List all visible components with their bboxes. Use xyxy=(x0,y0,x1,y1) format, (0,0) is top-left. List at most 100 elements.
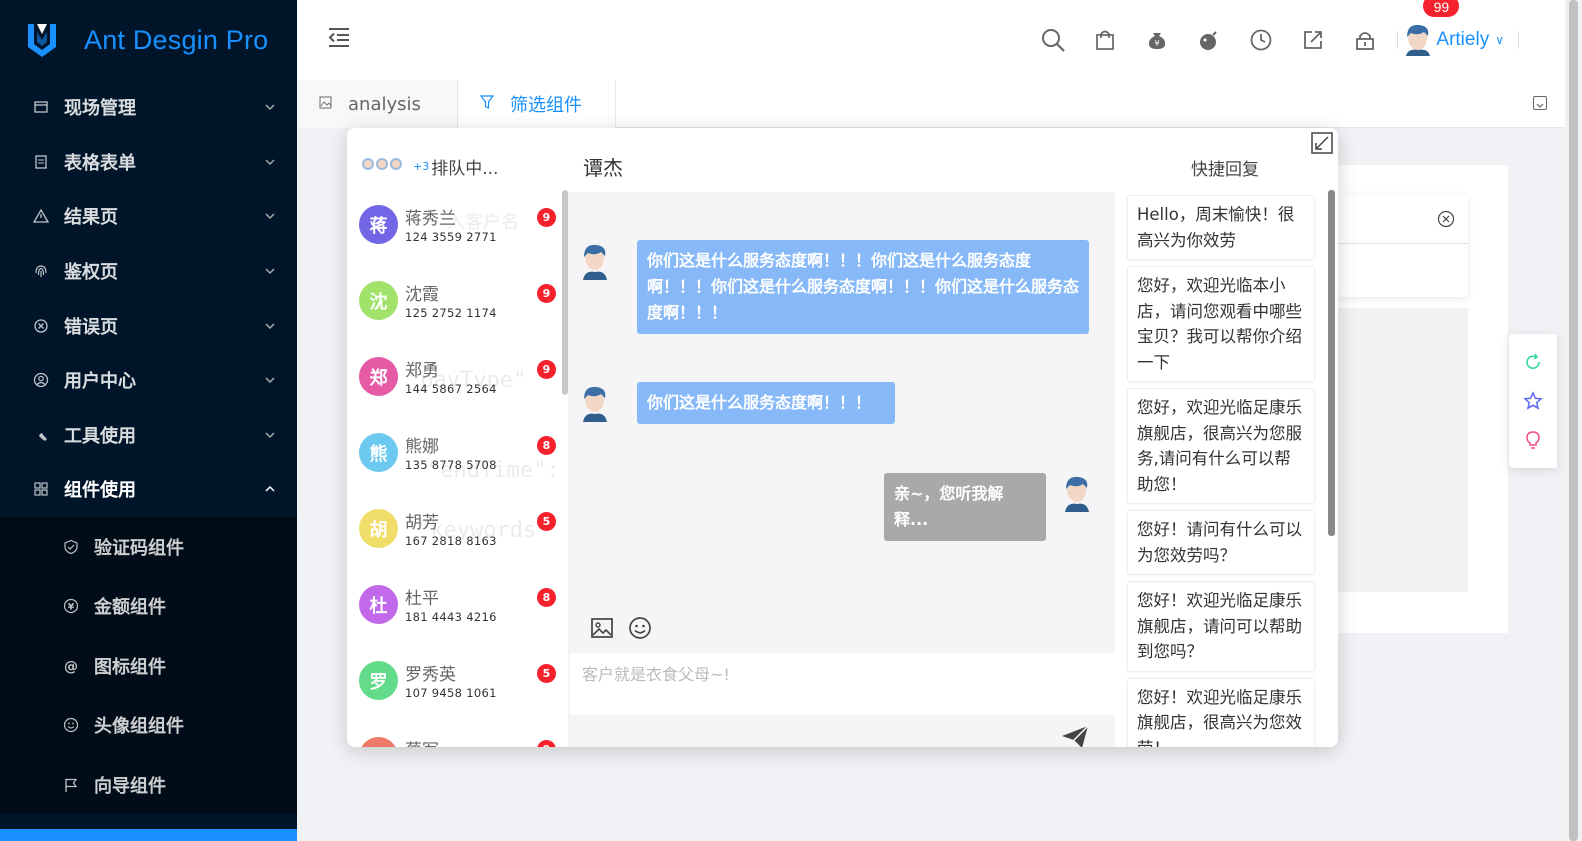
sidebar-item-site-management[interactable]: 现场管理 xyxy=(0,80,297,135)
sidebar-subitem-icons[interactable]: @ 图标组件 xyxy=(0,636,297,696)
refresh-icon[interactable] xyxy=(1523,352,1543,372)
queue-item[interactable]: 郑 郑勇 144 5867 2564 9 xyxy=(347,348,562,424)
sidebar-item-components[interactable]: 组件使用 xyxy=(0,462,297,517)
queue-item[interactable]: 杜 杜平 181 4443 4216 8 xyxy=(347,576,562,652)
chat-contact-name: 谭杰 xyxy=(583,156,623,180)
emoji-icon[interactable] xyxy=(628,616,652,640)
sidebar-item-tools[interactable]: 工具使用 xyxy=(0,408,297,463)
chat-input[interactable]: 客户就是衣食父母~! xyxy=(570,653,1115,715)
queue-item[interactable]: 沈 沈霞 125 2752 1174 9 xyxy=(347,272,562,348)
user-icon xyxy=(32,371,50,389)
quick-reply-item[interactable]: 您好！欢迎光临足康乐旗舰店，请问可以帮助到您吗？ xyxy=(1127,581,1315,672)
smile-icon xyxy=(62,716,80,734)
queue-item[interactable]: 熊 熊娜 135 8778 5708 8 xyxy=(347,424,562,500)
queue-extra-count: +3 xyxy=(413,159,430,173)
quick-reply-item[interactable]: 您好，欢迎光临本小店，请问您观看中哪些宝贝？我可以帮你介绍一下 xyxy=(1127,266,1315,382)
chat-panel: 谭杰 你们这是什么服务态度啊！！！你们这是什么服务态度啊！！！你们这是什么服务态… xyxy=(568,128,1115,747)
chevron-down-icon xyxy=(265,268,275,275)
quick-reply-item[interactable]: 您好，欢迎光临足康乐旗舰店，很高兴为您服务,请问有什么可以帮助您！ xyxy=(1127,388,1315,504)
queue-item[interactable]: 蔡军 9 xyxy=(347,728,562,747)
menu-fold-icon[interactable] xyxy=(327,26,351,48)
form-icon xyxy=(32,153,50,171)
avatar: 杜 xyxy=(359,585,398,624)
queue-item[interactable]: 胡 胡芳 167 2818 8163 5 xyxy=(347,500,562,576)
queue-item-phone: 181 4443 4216 xyxy=(405,610,497,624)
money-bag-icon: ¥ xyxy=(1149,33,1166,49)
tab-filter-component[interactable]: 筛选组件 xyxy=(458,80,616,128)
sidebar-subitem-captcha[interactable]: 验证码组件 xyxy=(0,517,297,577)
image-icon xyxy=(319,95,332,113)
unread-badge: 9 xyxy=(537,740,556,747)
lock-button[interactable] xyxy=(1339,0,1391,80)
send-icon[interactable] xyxy=(1061,725,1089,747)
avatar: 沈 xyxy=(359,281,398,320)
quick-reply-item[interactable]: 您好！请问有什么可以为您效劳吗？ xyxy=(1127,510,1315,575)
user-dropdown[interactable]: 99 Artiely ∨ xyxy=(1404,0,1565,56)
search-button[interactable] xyxy=(1027,0,1079,80)
quick-reply-item[interactable]: Hello，周末愉快！很高兴为你效劳 xyxy=(1127,195,1315,260)
user-avatar xyxy=(1406,24,1431,56)
avatar: 熊 xyxy=(359,433,398,472)
avatar: 胡 xyxy=(359,509,398,548)
top-header: ¥ 99 Artiely ∨ xyxy=(297,0,1565,80)
bomb-button[interactable] xyxy=(1183,0,1235,80)
tab-bar: analysis 筛选组件 xyxy=(297,80,1565,128)
page-scrollbar-thumb[interactable] xyxy=(1569,0,1578,841)
queue-item[interactable]: 罗 罗秀英 107 9458 1061 5 xyxy=(347,652,562,728)
sidebar-item-user-center[interactable]: 用户中心 xyxy=(0,353,297,408)
sidebar-item-result[interactable]: 结果页 xyxy=(0,189,297,244)
sidebar-subitem-amount[interactable]: ¥ 金额组件 xyxy=(0,576,297,636)
chat-toolbar xyxy=(590,616,652,640)
star-icon[interactable] xyxy=(1523,391,1543,411)
chat-message-customer: 你们这是什么服务态度啊！！！ xyxy=(637,382,895,424)
chevron-down-icon xyxy=(265,159,275,165)
chat-modal: +3 排队中... 入客户名 "payType" "endTime": "key… xyxy=(347,128,1338,747)
shopping-button[interactable] xyxy=(1079,0,1131,80)
avatar xyxy=(359,737,398,747)
history-button[interactable] xyxy=(1235,0,1287,80)
close-circle-icon[interactable] xyxy=(1437,210,1455,228)
appstore-icon xyxy=(32,480,50,498)
quick-reply-scrollbar[interactable] xyxy=(1328,190,1335,536)
customer-avatar xyxy=(583,244,607,280)
sidebar-item-error[interactable]: 错误页 xyxy=(0,298,297,353)
unread-badge: 8 xyxy=(537,588,556,607)
queue-item[interactable]: 蒋 蒋秀兰 124 3559 2771 9 xyxy=(347,196,562,272)
chevron-down-icon xyxy=(265,104,275,111)
at-icon: @ xyxy=(62,657,80,675)
quick-reply-item[interactable]: 您好！欢迎光临足康乐旗舰店，很高兴为您效劳！ xyxy=(1127,677,1315,747)
unread-badge: 8 xyxy=(537,436,556,455)
logo[interactable]: Ant Desgin Pro xyxy=(0,0,297,80)
chat-message-customer: 你们这是什么服务态度啊！！！你们这是什么服务态度啊！！！你们这是什么服务态度啊！… xyxy=(637,240,1089,334)
fingerprint-icon xyxy=(32,262,50,280)
sidebar-item-label: 现场管理 xyxy=(64,98,136,120)
sidebar-subitem-avatar-group[interactable]: 头像组组件 xyxy=(0,695,297,755)
page-scrollbar[interactable] xyxy=(1565,0,1582,841)
sidebar-subitem-guide[interactable]: 向导组件 xyxy=(0,755,297,815)
user-name: Artiely xyxy=(1436,29,1490,50)
bulb-icon[interactable] xyxy=(1523,430,1543,450)
queue-item-name: 熊娜 xyxy=(405,437,439,457)
export-button[interactable] xyxy=(1287,0,1339,80)
queue-item-phone: 107 9458 1061 xyxy=(405,686,497,700)
sidebar-item-auth[interactable]: 鉴权页 xyxy=(0,244,297,299)
chevron-down-icon xyxy=(265,213,275,220)
yen-icon: ¥ xyxy=(62,597,80,615)
sidebar-item-label: 结果页 xyxy=(64,207,118,229)
logo-icon xyxy=(28,24,56,57)
search-icon xyxy=(1042,29,1066,52)
image-upload-icon[interactable] xyxy=(590,616,614,640)
shopping-icon xyxy=(1096,30,1115,50)
sidebar-item-label: 工具使用 xyxy=(64,425,136,447)
tab-analysis[interactable]: analysis xyxy=(297,80,458,128)
money-bag-button[interactable]: ¥ xyxy=(1131,0,1183,80)
avatar: 郑 xyxy=(359,357,398,396)
sidebar-subitem-label: 向导组件 xyxy=(94,775,166,797)
tabs-more-icon[interactable] xyxy=(1533,96,1547,110)
shrink-icon[interactable] xyxy=(1311,132,1333,154)
unread-badge: 9 xyxy=(537,284,556,303)
sidebar-item-forms[interactable]: 表格表单 xyxy=(0,135,297,190)
svg-text:¥: ¥ xyxy=(68,603,75,613)
sidebar-item-label: 错误页 xyxy=(64,316,118,338)
customer-avatar xyxy=(583,386,607,422)
